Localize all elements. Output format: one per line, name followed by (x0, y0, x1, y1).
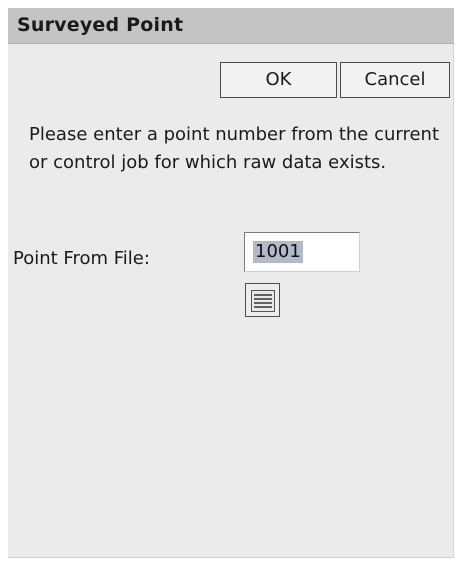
point-list-button[interactable] (245, 283, 280, 317)
list-icon (251, 290, 275, 312)
cancel-button[interactable]: Cancel (340, 62, 450, 98)
instruction-text: Please enter a point number from the cur… (29, 124, 440, 173)
point-number-input[interactable]: 1001 (244, 232, 360, 272)
title-bar: Surveyed Point (8, 8, 454, 44)
surveyed-point-dialog: Surveyed Point OK Cancel Please enter a … (8, 8, 454, 558)
ok-button[interactable]: OK (220, 62, 337, 98)
point-number-value: 1001 (253, 241, 303, 263)
point-from-file-label: Point From File: (13, 248, 150, 269)
dialog-title: Surveyed Point (17, 14, 184, 36)
